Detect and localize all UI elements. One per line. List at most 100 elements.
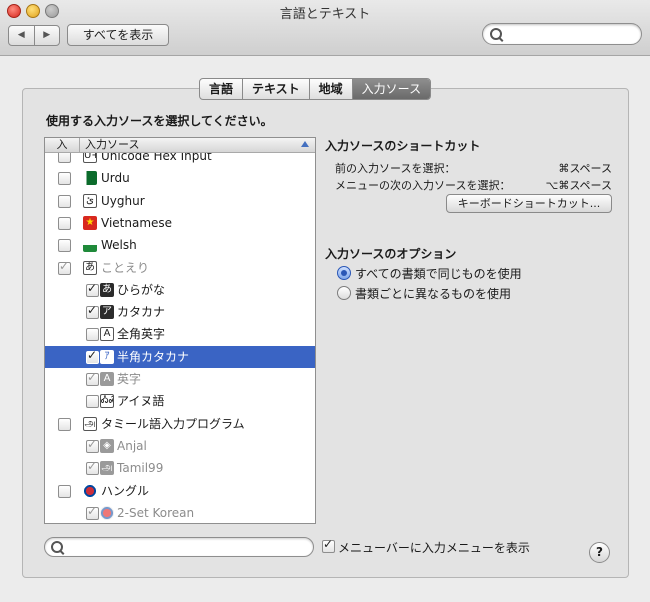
prev-source-label: 前の入力ソースを選択： [335,162,456,175]
sort-ascending-icon [301,141,309,147]
input-source-list[interactable]: 入 入力ソース U+ Unicode Hex Input Urdu ئ Uyghur ★ V… [44,137,316,524]
search-icon [490,28,502,40]
show-input-menu-checkbox[interactable] [322,537,335,553]
uyghur-script-icon: ئ [83,193,97,208]
preferences-window: 言語とテキスト ◀ ▶ すべてを表示 言語 テキスト 地域 入力ソース 使用する… [0,0,650,602]
next-source-label: メニューの次の入力ソースを選択： [335,179,511,192]
list-item-label: 2-Set Korean [117,505,195,520]
tab-region[interactable]: 地域 [310,79,353,99]
tab-text[interactable]: テキスト [243,79,310,99]
enable-checkbox[interactable] [86,395,99,409]
prev-source-shortcut: ⌘スペース [558,162,612,175]
back-icon[interactable]: ◀ [9,26,35,45]
source-search-input[interactable] [44,537,314,557]
fullwidth-alpha-icon: A [100,327,114,342]
korea-flag-icon [83,483,97,498]
katakana-icon: ア [100,305,114,320]
enable-checkbox[interactable] [86,281,99,297]
enable-checkbox[interactable] [86,437,99,453]
list-item-label: タミール語入力プログラム [101,416,245,431]
enabled-column-header[interactable]: 入 [45,138,80,152]
hiragana-icon: あ [100,282,114,297]
tab-language[interactable]: 言語 [200,79,244,99]
title-bar: 言語とテキスト ◀ ▶ すべてを表示 [0,0,650,56]
same-for-all-radio[interactable] [337,266,351,280]
pakistan-flag-icon [83,171,97,186]
list-item[interactable]: A 全角英字 [45,323,315,345]
enable-checkbox[interactable] [58,484,71,498]
list-item[interactable]: あことえり [45,257,315,279]
same-for-all-label: すべての書類で同じものを使用 [355,267,522,281]
tamil-icon: அ [83,416,97,431]
anjal-icon: ◈ [100,438,114,453]
enable-checkbox[interactable] [58,259,71,275]
vietnam-flag-icon: ★ [83,215,97,230]
instruction-text: 使用する入力ソースを選択してください。 [46,114,273,128]
list-item[interactable]: アカタカナ [45,301,315,323]
tamil99-icon: அ [100,461,114,476]
tab-input-sources[interactable]: 入力ソース [352,79,431,99]
forward-icon[interactable]: ▶ [35,26,60,45]
list-item[interactable]: ᎣᏍアイヌ語 [45,390,315,412]
list-item[interactable]: A英字 [45,368,315,390]
enable-checkbox[interactable] [86,504,99,520]
next-source-shortcut: ⌥⌘スペース [545,179,612,192]
per-document-label: 書類ごとに異なるものを使用 [355,287,512,301]
alpha-icon: A [100,372,114,386]
enable-checkbox[interactable] [58,194,71,208]
enable-checkbox[interactable] [86,303,99,320]
enable-checkbox[interactable] [86,459,99,476]
list-item-label: 半角カタカナ [117,349,190,364]
help-button[interactable]: ? [589,542,610,563]
list-item[interactable]: 2-Set Korean [45,502,315,523]
per-document-radio[interactable] [337,286,351,300]
enable-checkbox[interactable] [58,172,71,186]
halfwidth-katakana-icon: ｱ [100,349,114,364]
enable-checkbox[interactable] [58,239,71,253]
tab-bar: 言語 テキスト 地域 入力ソース [199,78,432,100]
list-rows: U+ Unicode Hex Input Urdu ئ Uyghur ★ Vietnames… [45,153,315,523]
name-column-header[interactable]: 入力ソース [85,138,139,152]
enable-checkbox[interactable] [86,348,99,364]
enable-checkbox[interactable] [86,370,99,386]
keyboard-shortcuts-button[interactable]: キーボードショートカット... [446,194,612,213]
search-field[interactable] [482,23,642,45]
list-item[interactable]: ئ Uyghur [45,190,315,212]
options-title: 入力ソースのオプション [325,247,457,261]
list-item[interactable]: U+ Unicode Hex Input [45,153,315,167]
enable-checkbox[interactable] [58,216,71,230]
enable-checkbox[interactable] [86,328,99,342]
korean-2set-icon [100,505,114,520]
unicode-hex-icon: U+ [83,153,97,163]
enable-checkbox[interactable] [58,417,71,431]
window-title: 言語とテキスト [279,7,371,22]
enable-checkbox[interactable] [58,153,71,163]
list-item-label: Uyghur [101,193,145,208]
list-item[interactable]: ｱ半角カタカナ [45,345,315,368]
ainu-icon: ᎣᏍ [100,394,114,409]
back-forward-control: ◀ ▶ [8,25,60,46]
list-item-label: Unicode Hex Input [101,153,212,163]
list-item-label: アイヌ語 [117,394,165,409]
show-input-menu-label: メニューバーに入力メニューを表示 [338,541,530,555]
show-all-button[interactable]: すべてを表示 [67,24,169,46]
list-item[interactable]: ハングル [45,480,315,502]
list-item-label: ハングル [101,483,150,498]
wales-flag-icon [83,238,97,253]
list-item-label: Urdu [101,171,130,186]
list-item[interactable]: Welsh [45,234,315,256]
list-item[interactable]: அ タミール語入力プログラム [45,413,315,435]
list-item[interactable]: அTamil99 [45,457,315,479]
list-item-label: カタカナ [117,305,166,320]
search-icon [51,541,63,553]
list-item-label: Tamil99 [117,461,164,476]
list-item-label: 英字 [117,372,142,386]
list-header: 入 入力ソース [45,138,315,153]
list-item[interactable]: Urdu [45,167,315,189]
list-item[interactable]: あひらがな [45,279,315,301]
list-item[interactable]: ◈Anjal [45,435,315,457]
list-item-label: Anjal [117,438,147,453]
list-item[interactable]: ★ Vietnamese [45,212,315,234]
list-item-label: 全角英字 [117,327,166,342]
shortcuts-title: 入力ソースのショートカット [325,139,481,153]
